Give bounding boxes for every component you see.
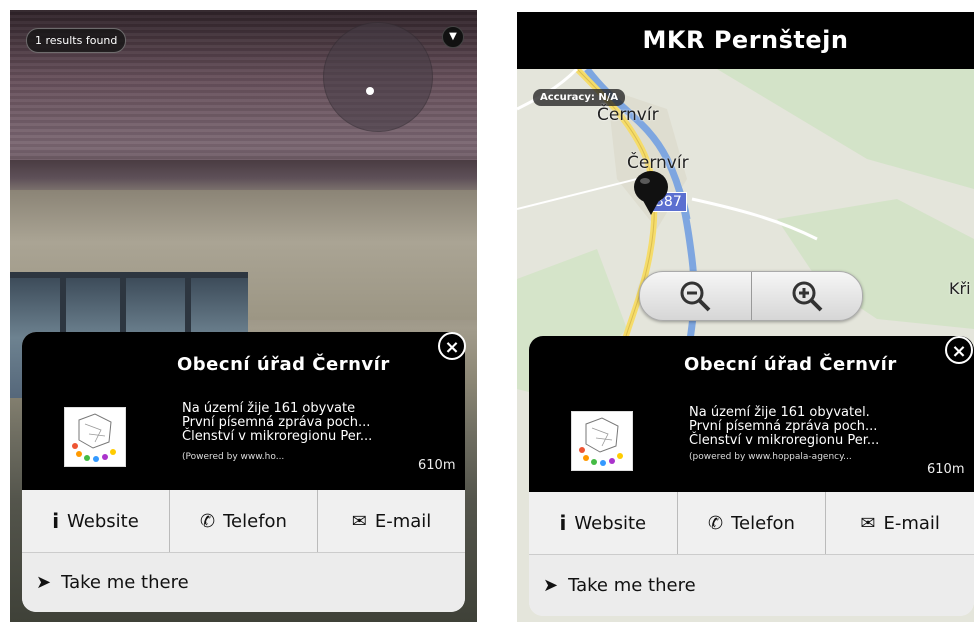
website-button[interactable]: i Website	[22, 490, 170, 552]
take-me-there-button[interactable]: ➤ Take me there	[22, 552, 465, 612]
email-label: E-mail	[883, 512, 940, 534]
map-screen-title: MKR Pernštejn	[517, 12, 974, 69]
poi-desc-line-3: Členství v mikroregionu Per...	[182, 429, 373, 444]
poi-powered-by: (Powered by www.ho...	[182, 452, 285, 462]
telefon-button[interactable]: ✆ Telefon	[678, 492, 827, 554]
website-label: Website	[574, 512, 647, 534]
poi-popup-card: Obecní úřad Černvír Na území žije 161 ob…	[529, 336, 974, 616]
poi-desc-line-1: Na území žije 161 obyvatel.	[689, 405, 870, 420]
ar-camera-view: 1 results found ▼ Obecní úřad Černvír Na…	[10, 10, 477, 622]
close-icon[interactable]: ×	[438, 332, 466, 360]
poi-popup-card: Obecní úřad Černvír Na území žije 161 ob…	[22, 332, 465, 612]
telefon-label: Telefon	[731, 512, 795, 534]
poi-popup-header: Obecní úřad Černvír Na území žije 161 ob…	[22, 332, 465, 490]
close-icon[interactable]: ×	[945, 336, 973, 364]
poi-title: Obecní úřad Černvír	[177, 354, 390, 375]
email-button[interactable]: ✉ E-mail	[318, 490, 465, 552]
navigation-arrow-icon: ➤	[543, 575, 559, 596]
poi-description: Na území žije 161 obyvatel. První písemn…	[689, 406, 879, 464]
results-count-badge: 1 results found	[26, 28, 127, 53]
take-me-there-button[interactable]: ➤ Take me there	[529, 554, 974, 616]
poi-logo-thumbnail	[571, 411, 633, 471]
radar-poi-dot	[366, 87, 374, 95]
poi-desc-line-3: Členství v mikroregionu Per...	[689, 433, 880, 448]
take-me-there-label: Take me there	[568, 575, 696, 596]
phone-icon: ✆	[708, 512, 724, 534]
poi-distance: 610m	[418, 458, 456, 473]
telefon-label: Telefon	[223, 510, 287, 532]
website-button[interactable]: i Website	[529, 492, 678, 554]
poi-desc-line-1: Na území žije 161 obyvate	[182, 401, 356, 416]
map-pin-icon[interactable]	[631, 169, 671, 219]
zoom-out-icon[interactable]	[640, 272, 751, 320]
poi-action-buttons: i Website ✆ Telefon ✉ E-mail	[529, 492, 974, 554]
radar-widget	[323, 22, 433, 132]
poi-desc-line-2: První písemná zpráva poch...	[182, 415, 371, 430]
camera-gutter	[10, 160, 477, 190]
email-label: E-mail	[374, 510, 432, 532]
email-button[interactable]: ✉ E-mail	[826, 492, 974, 554]
poi-action-buttons: i Website ✆ Telefon ✉ E-mail	[22, 490, 465, 552]
navigation-arrow-icon: ➤	[36, 572, 52, 593]
poi-distance: 610m	[927, 462, 965, 477]
info-icon: i	[559, 511, 567, 535]
map-edge-label: Kři	[949, 279, 971, 298]
chevron-down-icon[interactable]: ▼	[442, 26, 464, 48]
telefon-button[interactable]: ✆ Telefon	[170, 490, 318, 552]
map-place-label: Černvír	[597, 105, 659, 125]
website-label: Website	[67, 510, 139, 532]
take-me-there-label: Take me there	[61, 572, 189, 593]
accuracy-badge: Accuracy: N/A	[533, 89, 626, 106]
poi-description: Na území žije 161 obyvate První písemná …	[182, 402, 372, 464]
phone-icon: ✆	[200, 510, 216, 532]
poi-powered-by: (powered by www.hoppala-agency...	[689, 452, 852, 462]
envelope-icon: ✉	[351, 510, 367, 532]
envelope-icon: ✉	[860, 512, 876, 534]
poi-title: Obecní úřad Černvír	[684, 354, 897, 375]
poi-desc-line-2: První písemná zpráva poch...	[689, 419, 878, 434]
zoom-controls	[639, 271, 863, 321]
map-screen: MKR Pernštejn Accuracy: N/A Černvír Čern…	[517, 12, 974, 622]
info-icon: i	[52, 509, 60, 533]
poi-popup-header: Obecní úřad Černvír Na území žije 161 ob…	[529, 336, 974, 492]
zoom-in-icon[interactable]	[750, 272, 863, 320]
poi-logo-thumbnail	[64, 407, 126, 467]
